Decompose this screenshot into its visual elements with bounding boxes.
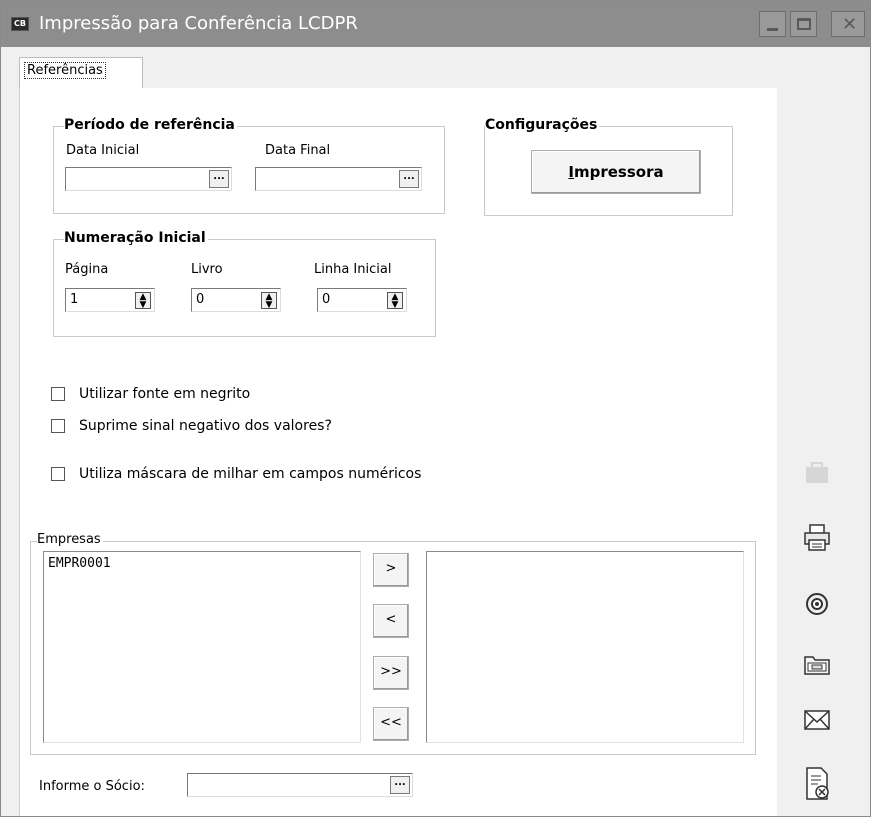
linha-inicial-label: Linha Inicial xyxy=(314,262,392,277)
remove-empresa-button[interactable]: < xyxy=(373,604,409,638)
remove-all-empresas-button[interactable]: << xyxy=(373,707,409,741)
tab-referencias[interactable]: Referências xyxy=(19,57,143,89)
data-final-ellipsis-button[interactable]: ... xyxy=(399,170,419,188)
livro-label: Livro xyxy=(191,262,223,277)
checkbox[interactable] xyxy=(51,467,65,481)
maximize-button[interactable] xyxy=(790,11,817,37)
livro-stepper[interactable]: 0 ▲ ▼ xyxy=(191,288,281,312)
title-bar: CB Impressão para Conferência LCDPR ✕ xyxy=(1,1,870,47)
empresas-title: Empresas xyxy=(37,532,103,547)
pagina-value: 1 xyxy=(70,292,79,307)
linha-inicial-spin-icon[interactable]: ▲ ▼ xyxy=(387,292,403,310)
email-icon[interactable] xyxy=(801,705,833,735)
pagina-stepper[interactable]: 1 ▲ ▼ xyxy=(65,288,155,312)
cancel-document-icon[interactable] xyxy=(801,765,833,805)
linha-inicial-stepper[interactable]: 0 ▲ ▼ xyxy=(317,288,407,312)
pagina-spin-icon[interactable]: ▲ ▼ xyxy=(135,292,151,310)
impressora-label: mpressora xyxy=(573,163,664,181)
socio-ellipsis-button[interactable]: ... xyxy=(390,776,410,794)
linha-inicial-value: 0 xyxy=(322,292,331,307)
close-icon: ✕ xyxy=(842,14,858,35)
data-inicial-ellipsis-button[interactable]: ... xyxy=(209,170,229,188)
periodo-title: Período de referência xyxy=(64,117,237,133)
add-all-empresas-button[interactable]: >> xyxy=(373,656,409,690)
main-window: CB Impressão para Conferência LCDPR ✕ Re… xyxy=(0,0,871,817)
printer-icon[interactable] xyxy=(801,523,833,553)
option-fonte-negrito-label: Utilizar fonte em negrito xyxy=(79,386,251,402)
empresas-selected-list[interactable] xyxy=(426,551,744,743)
checkbox[interactable] xyxy=(51,387,65,401)
data-inicial-label: Data Inicial xyxy=(66,143,140,158)
empresas-available-list[interactable]: EMPR0001 xyxy=(43,551,361,743)
data-final-label: Data Final xyxy=(265,143,331,158)
socio-label: Informe o Sócio: xyxy=(39,779,145,794)
briefcase-icon xyxy=(801,458,833,488)
livro-value: 0 xyxy=(196,292,205,307)
close-button[interactable]: ✕ xyxy=(831,11,865,37)
option-suprime-sinal-label: Suprime sinal negativo dos valores? xyxy=(79,418,332,434)
add-empresa-button[interactable]: > xyxy=(373,553,409,587)
data-inicial-field[interactable]: ... xyxy=(65,167,232,191)
window-title: Impressão para Conferência LCDPR xyxy=(39,13,358,34)
preview-eye-icon[interactable] xyxy=(801,589,833,619)
data-final-field[interactable]: ... xyxy=(255,167,422,191)
minimize-button[interactable] xyxy=(759,11,786,37)
socio-field[interactable]: ... xyxy=(187,773,413,797)
impressora-button[interactable]: Impressora xyxy=(531,150,701,194)
folder-icon[interactable] xyxy=(801,649,833,679)
livro-spin-icon[interactable]: ▲ ▼ xyxy=(261,292,277,310)
app-icon[interactable]: CB xyxy=(11,17,29,31)
tab-referencias-label: Referências xyxy=(24,62,106,79)
option-mascara-milhar-label: Utiliza máscara de milhar em campos numé… xyxy=(79,466,422,482)
list-item[interactable]: EMPR0001 xyxy=(48,556,111,571)
numeracao-title: Numeração Inicial xyxy=(64,230,208,246)
minimize-icon xyxy=(767,28,778,31)
pagina-label: Página xyxy=(65,262,109,277)
maximize-icon xyxy=(797,18,811,30)
checkbox[interactable] xyxy=(51,419,65,433)
configuracoes-title: Configurações xyxy=(485,117,600,133)
